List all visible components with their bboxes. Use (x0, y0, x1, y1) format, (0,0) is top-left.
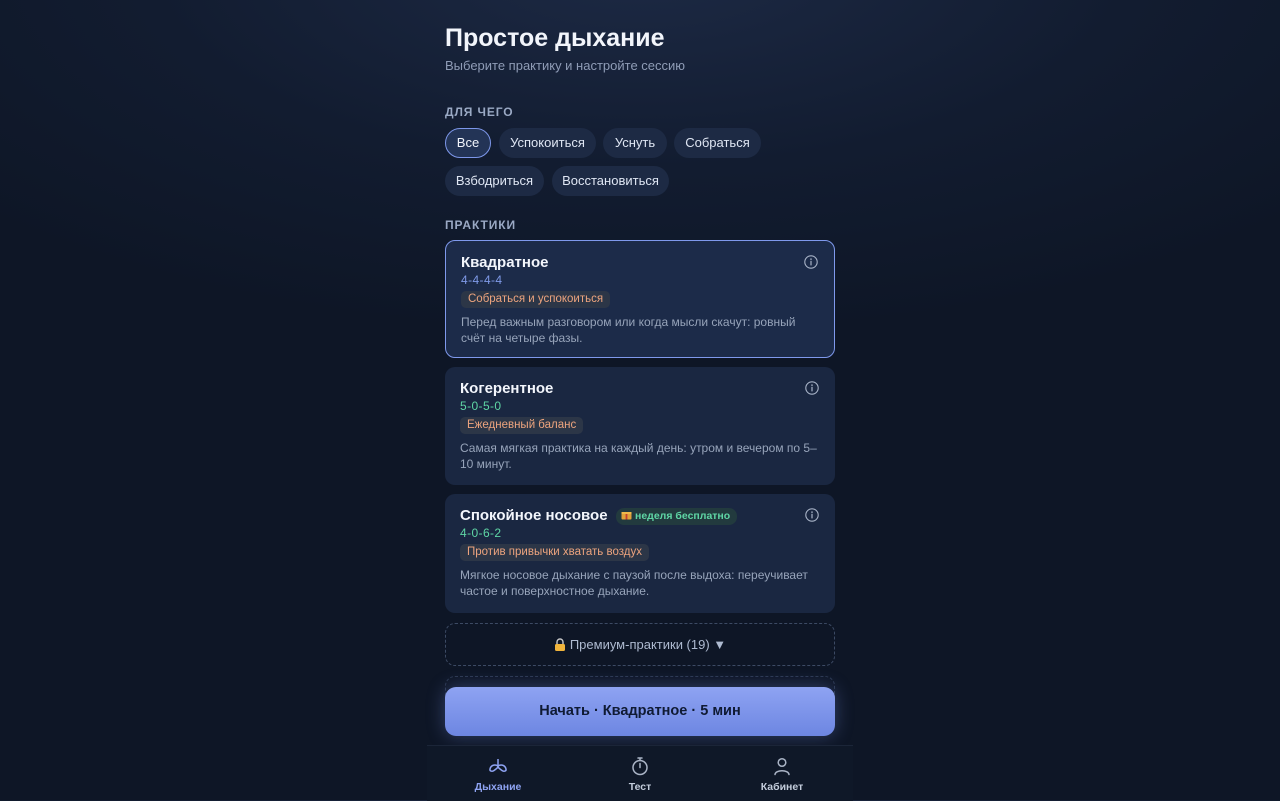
gift-icon (621, 512, 632, 520)
practice-description: Мягкое носовое дыхание с паузой после вы… (460, 568, 808, 598)
practice-tag: Собраться и успокоиться (461, 291, 611, 308)
page-subtitle: Выберите практику и настройте сессию (445, 58, 686, 73)
practice-tag: Ежедневный баланс (460, 417, 584, 434)
practice-card-coherent[interactable]: Когерентное 5-0-5-0 Ежедневный баланс Са… (445, 367, 835, 485)
premium-label: Премиум-практики (19) ▼ (569, 637, 727, 652)
tab-label: Дыхание (474, 781, 522, 793)
bottom-tab-bar: Дыхание Тест Кабинет (427, 745, 853, 801)
tab-label: Кабинет (760, 781, 804, 793)
tab-test[interactable]: Тест (569, 746, 711, 801)
chip-energize[interactable]: Взбодриться (445, 166, 544, 196)
lock-icon (554, 638, 565, 651)
tab-label: Тест (628, 781, 652, 793)
practices-section-label: ПРАКТИКИ (445, 218, 516, 232)
practice-card-square[interactable]: Квадратное 4-4-4-4 Собраться и успокоить… (445, 240, 835, 358)
chip-recover[interactable]: Восстановиться (552, 166, 669, 196)
practice-pattern: 5-0-5-0 (460, 399, 502, 413)
practice-description: Самая мягкая практика на каждый день: ут… (460, 441, 817, 471)
stopwatch-icon (632, 757, 648, 776)
person-icon (774, 757, 790, 776)
practice-description: Перед важным разговором или когда мысли … (461, 315, 796, 345)
tab-account[interactable]: Кабинет (711, 746, 853, 801)
chip-sleep[interactable]: Уснуть (603, 128, 667, 158)
info-icon[interactable] (804, 255, 818, 269)
practice-tag: Против привычки хватать воздух (460, 544, 649, 561)
info-icon[interactable] (805, 508, 819, 522)
info-icon[interactable] (805, 381, 819, 395)
chip-focus[interactable]: Собраться (674, 128, 761, 158)
free-week-badge: неделя бесплатно (616, 508, 738, 525)
filters-section-label: ДЛЯ ЧЕГО (445, 105, 514, 119)
page-title: Простое дыхание (445, 24, 665, 52)
tab-breathing[interactable]: Дыхание (427, 746, 569, 801)
practice-title: Спокойное носовое (460, 507, 608, 524)
start-session-button[interactable]: Начать · Квадратное · 5 мин (445, 687, 835, 736)
chip-all[interactable]: Все (445, 128, 491, 158)
practice-title: Когерентное (460, 380, 554, 397)
chip-calm-down[interactable]: Успокоиться (499, 128, 596, 158)
practice-pattern: 4-4-4-4 (461, 273, 503, 287)
practice-title: Квадратное (461, 254, 549, 271)
practice-pattern: 4-0-6-2 (460, 526, 502, 540)
practice-card-nasal[interactable]: Спокойное носовое неделя бесплатно 4-0-6… (445, 494, 835, 613)
free-badge-label: неделя бесплатно (635, 510, 731, 522)
premium-practices-toggle[interactable]: Премиум-практики (19) ▼ (445, 623, 835, 666)
lungs-icon (489, 759, 507, 772)
